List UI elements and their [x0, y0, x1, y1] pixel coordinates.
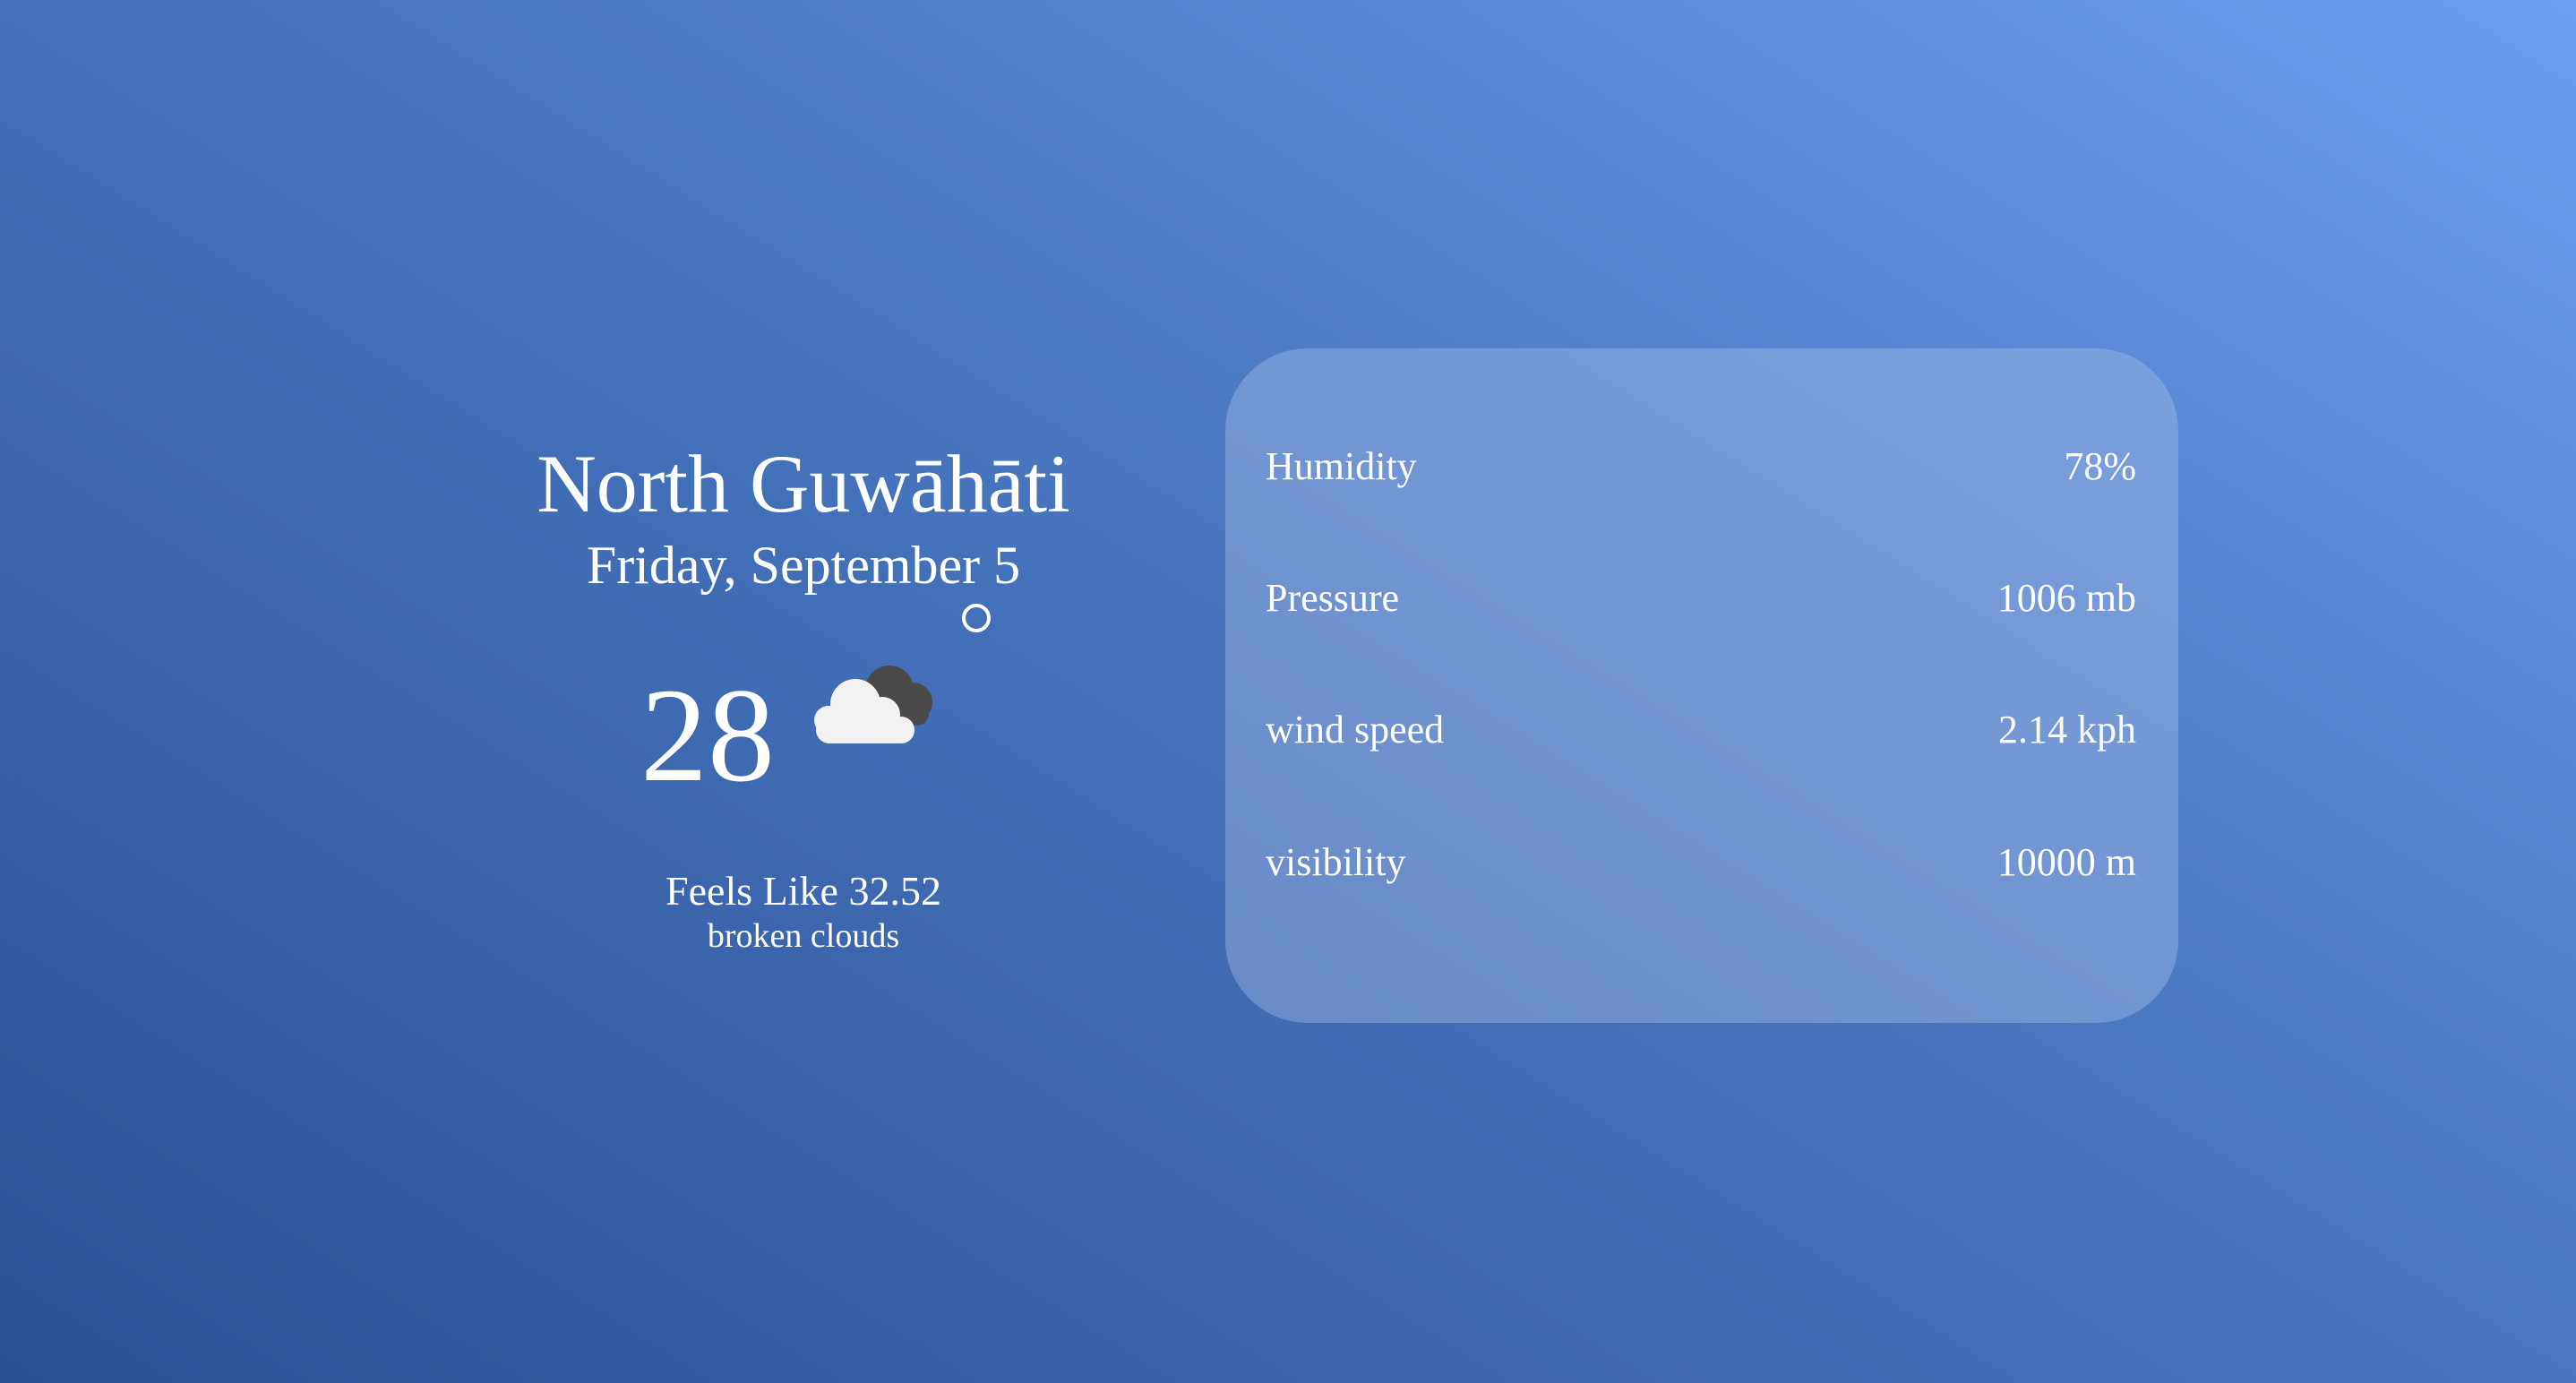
stat-value: 1006 mb: [1996, 576, 2136, 620]
stat-label: Pressure: [1266, 576, 1400, 620]
stat-row-humidity: Humidity 78%: [1266, 443, 2136, 489]
stat-row-visibility: visibility 10000 m: [1266, 839, 2136, 885]
weather-description: broken clouds: [707, 917, 900, 956]
stat-label: wind speed: [1266, 708, 1445, 752]
temperature-row: 28: [445, 604, 1162, 829]
stat-value: 2.14 kph: [1998, 708, 2136, 752]
stat-row-pressure: Pressure 1006 mb: [1266, 575, 2136, 621]
current-weather-panel: North Guwāhāti Friday, September 5 28 Fe…: [445, 421, 1162, 956]
current-date: Friday, September 5: [586, 536, 1021, 596]
stat-label: visibility: [1266, 840, 1406, 884]
stat-row-wind-speed: wind speed 2.14 kph: [1266, 707, 2136, 752]
stat-value: 10000 m: [1996, 840, 2136, 884]
degree-symbol: [962, 604, 991, 633]
feels-like-text: Feels Like 32.52: [665, 868, 941, 915]
broken-clouds-icon: [814, 666, 932, 744]
weather-details-card: Humidity 78% Pressure 1006 mb wind speed…: [1225, 348, 2178, 1023]
temperature-value: 28: [640, 661, 775, 811]
city-name: North Guwāhāti: [537, 438, 1070, 529]
stat-label: Humidity: [1266, 444, 1417, 488]
stat-value: 78%: [2064, 444, 2136, 488]
